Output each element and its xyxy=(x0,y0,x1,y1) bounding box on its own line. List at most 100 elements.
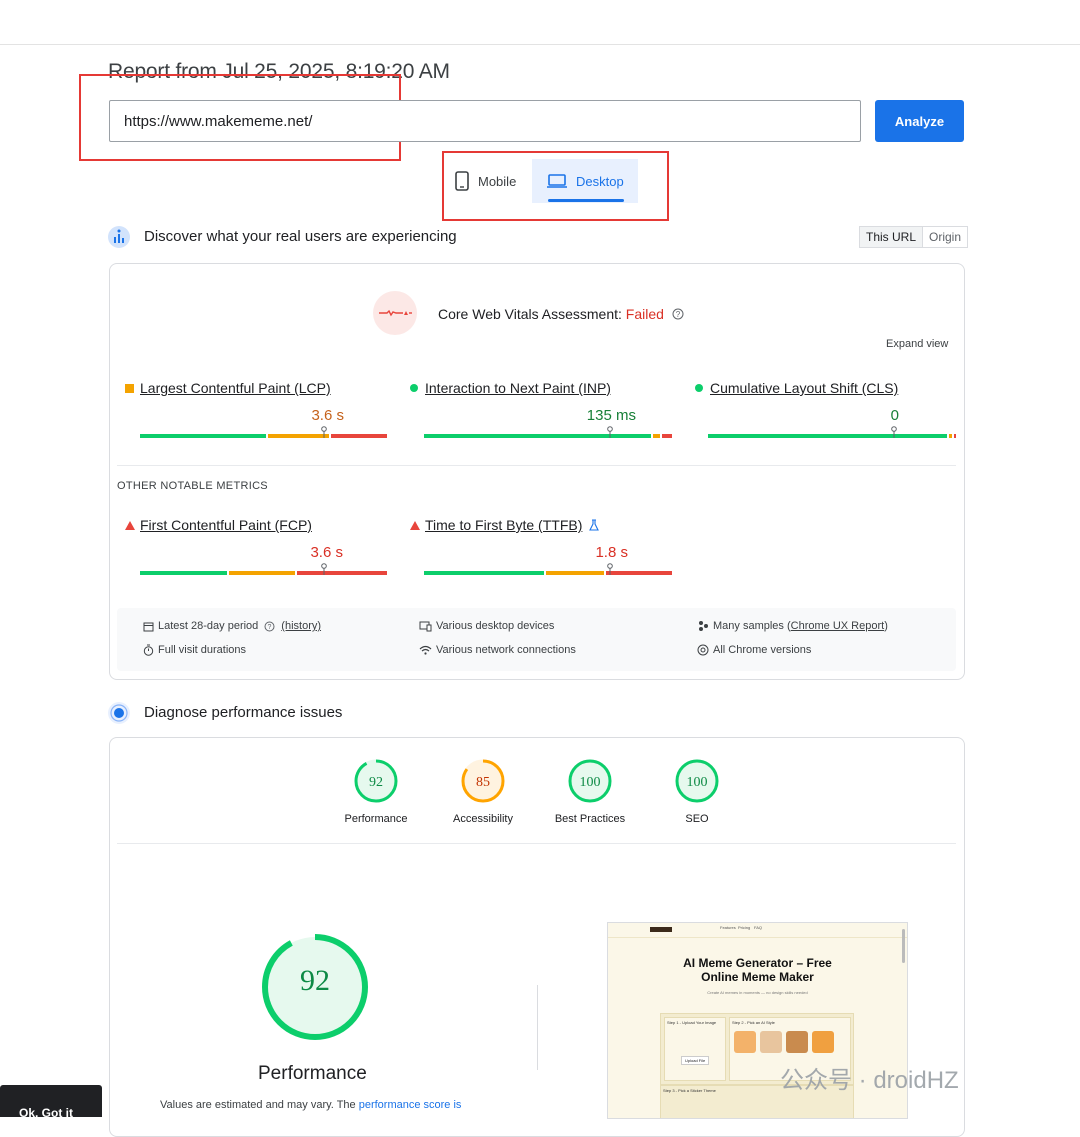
info-period: Latest 28-day period ? (history) xyxy=(143,620,321,632)
toggle-this-url[interactable]: This URL xyxy=(860,227,924,247)
score-value: 100 xyxy=(687,775,708,790)
info-devices-label: Various desktop devices xyxy=(436,620,555,632)
phone-icon xyxy=(455,171,469,191)
info-versions: All Chrome versions xyxy=(697,644,811,656)
score-gauge-accessibility[interactable]: 85 Accessibility xyxy=(433,758,533,825)
metric-ttfb: Time to First Byte (TTFB) 1.8 s xyxy=(410,517,675,575)
metric-fcp-bar xyxy=(140,571,387,575)
metric-fcp-name[interactable]: First Contentful Paint (FCP) xyxy=(140,517,312,533)
tab-active-indicator xyxy=(548,199,624,202)
thumb-scrollbar xyxy=(902,929,905,963)
values-note-text: Values are estimated and may vary. The xyxy=(160,1099,359,1111)
metric-inp-name[interactable]: Interaction to Next Paint (INP) xyxy=(425,380,611,396)
watermark: 公众号 · droidHZ xyxy=(780,1067,959,1094)
header-divider xyxy=(0,44,1080,45)
score-gauge-seo[interactable]: 100 SEO xyxy=(647,758,747,825)
experimental-flask-icon xyxy=(589,519,600,531)
metric-cls-value: 0 xyxy=(890,407,899,424)
metric-fcp-value: 3.6 s xyxy=(310,544,343,561)
metric-lcp: Largest Contentful Paint (LCP) 3.6 s xyxy=(125,380,390,438)
score-value: 85 xyxy=(476,775,490,790)
url-origin-toggle[interactable]: This URL Origin xyxy=(859,226,969,248)
info-devices: Various desktop devices xyxy=(419,620,554,632)
score-ring: 92 xyxy=(354,759,398,803)
svg-text:?: ? xyxy=(268,624,272,631)
tab-desktop-label: Desktop xyxy=(576,173,624,189)
devices-icon xyxy=(419,621,432,631)
score-label: SEO xyxy=(685,813,709,825)
cookie-toast: Ok, Got it xyxy=(0,1085,102,1120)
toggle-origin[interactable]: Origin xyxy=(923,227,967,247)
metric-inp: Interaction to Next Paint (INP) 135 ms xyxy=(410,380,675,438)
score-ring: 100 xyxy=(675,759,719,803)
tab-desktop[interactable]: Desktop xyxy=(532,159,638,203)
score-ring: 85 xyxy=(461,759,505,803)
info-versions-label: All Chrome versions xyxy=(713,644,812,656)
metric-cls-bar xyxy=(708,434,956,438)
cwv-failed-icon xyxy=(373,291,417,335)
metric-inp-marker xyxy=(607,426,613,438)
info-network-label: Various network connections xyxy=(436,644,576,656)
lab-vertical-divider xyxy=(537,985,538,1070)
diagnose-icon xyxy=(108,702,130,724)
thumb-title-2: Online Meme Maker xyxy=(701,970,814,984)
metric-cls-marker xyxy=(891,426,897,438)
samples-icon xyxy=(699,621,708,631)
history-link[interactable]: (history) xyxy=(281,620,321,632)
cwv-assessment-label: Core Web Vitals Assessment: xyxy=(438,306,626,322)
field-data-icon xyxy=(108,226,130,248)
metric-inp-bar xyxy=(424,434,672,438)
thumb-avatar xyxy=(760,1031,782,1053)
metric-lcp-marker xyxy=(321,426,327,438)
thumb-title-1: AI Meme Generator – Free xyxy=(683,956,832,970)
metric-cls-name[interactable]: Cumulative Layout Shift (CLS) xyxy=(710,380,898,396)
diagnose-title: Diagnose performance issues xyxy=(144,704,343,721)
status-green-dot-icon xyxy=(410,384,418,392)
metric-ttfb-value: 1.8 s xyxy=(595,544,628,561)
thumb-nav-features: Features xyxy=(720,925,736,930)
help-icon[interactable]: ? xyxy=(672,308,684,320)
expand-view-link[interactable]: Expand view xyxy=(886,338,948,350)
metric-fcp-marker xyxy=(321,563,327,575)
url-input[interactable] xyxy=(109,100,861,142)
score-label: Best Practices xyxy=(554,813,626,825)
thumb-logo xyxy=(650,927,672,932)
help-icon[interactable]: ? xyxy=(264,621,275,632)
field-data-info-box: Latest 28-day period ? (history) Full vi… xyxy=(117,608,956,671)
cwv-status: Failed xyxy=(625,306,664,322)
calendar-icon xyxy=(143,622,154,631)
metric-lcp-bar xyxy=(140,434,387,438)
info-samples: Many samples (Chrome UX Report) xyxy=(697,620,888,632)
info-samples-label: Many samples ( xyxy=(713,620,791,632)
metric-ttfb-marker xyxy=(607,563,613,575)
metric-ttfb-bar xyxy=(424,571,672,575)
info-durations-label: Full visit durations xyxy=(158,644,247,656)
info-durations: Full visit durations xyxy=(143,644,246,656)
status-orange-square-icon xyxy=(125,383,134,393)
field-data-title: Discover what your real users are experi… xyxy=(144,228,457,245)
thumb-nav-faq: FAQ xyxy=(754,925,763,930)
laptop-icon xyxy=(547,174,567,188)
ok-got-it-button[interactable]: Ok, Got it xyxy=(19,1106,73,1120)
chrome-ux-report-link[interactable]: Chrome UX Report xyxy=(791,620,885,632)
cwv-assessment: Core Web Vitals Assessment: Failed ? xyxy=(438,306,684,322)
analyze-button[interactable]: Analyze xyxy=(875,100,964,142)
tab-mobile[interactable]: Mobile xyxy=(446,159,524,203)
big-performance-score: 92 xyxy=(300,964,330,997)
score-gauge-best-practices[interactable]: 100 Best Practices xyxy=(540,758,640,825)
stopwatch-icon xyxy=(143,644,154,656)
metric-cls: Cumulative Layout Shift (CLS) 0 xyxy=(695,380,960,438)
metrics-divider xyxy=(117,465,956,466)
status-green-dot-icon xyxy=(695,384,703,392)
thumb-avatar xyxy=(734,1031,756,1053)
tab-mobile-label: Mobile xyxy=(478,173,517,189)
score-ring: 100 xyxy=(568,759,612,803)
metric-lcp-value: 3.6 s xyxy=(311,407,344,424)
metric-ttfb-name[interactable]: Time to First Byte (TTFB) xyxy=(425,517,582,533)
thumb-step1: Step 1 - Upload Your Image xyxy=(667,1020,717,1025)
metric-lcp-name[interactable]: Largest Contentful Paint (LCP) xyxy=(140,380,331,396)
performance-score-link[interactable]: performance score is xyxy=(359,1099,462,1111)
score-gauge-performance[interactable]: 92 Performance xyxy=(326,758,426,825)
thumb-subtitle: Create AI memes in moments — no design s… xyxy=(707,990,808,995)
info-samples-suffix: ) xyxy=(884,620,888,632)
